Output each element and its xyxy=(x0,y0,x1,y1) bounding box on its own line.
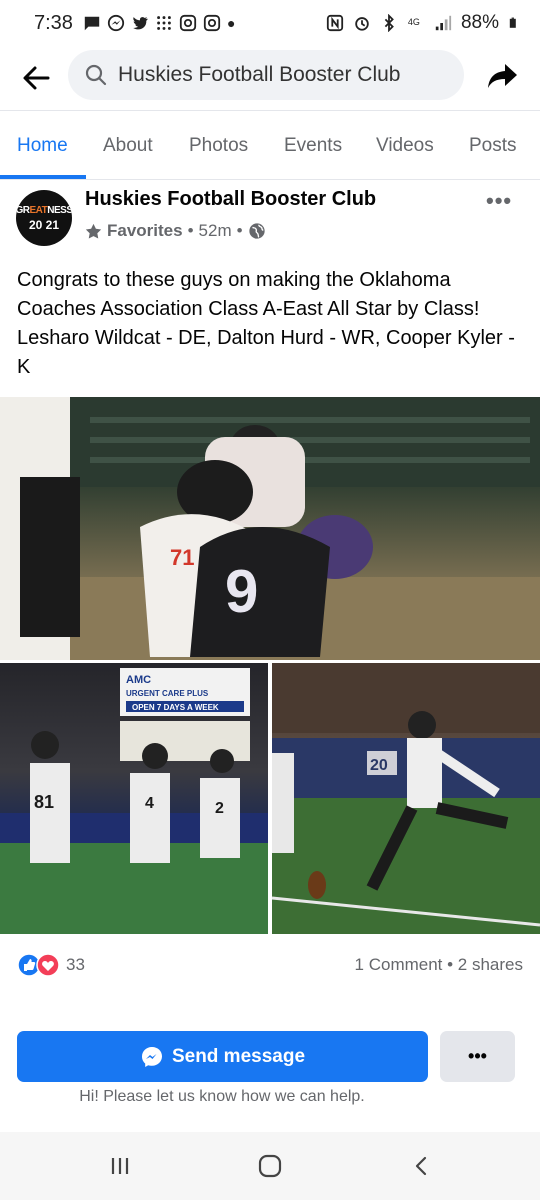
dotted-grid-icon xyxy=(157,16,171,30)
jersey-number-81: 81 xyxy=(34,792,54,812)
nfc-icon xyxy=(326,14,344,32)
notification-icons: ● xyxy=(83,14,235,32)
photo-main-illustration: 71 9 xyxy=(0,397,540,660)
post-time[interactable]: 52m xyxy=(199,221,232,241)
chevron-left-icon xyxy=(415,1156,427,1176)
post-page-name[interactable]: Huskies Football Booster Club xyxy=(85,188,376,211)
search-bar[interactable]: Huskies Football Booster Club xyxy=(68,50,464,100)
post-body-text: Congrats to these guys on making the Okl… xyxy=(17,269,515,378)
reactions-count[interactable]: 33 xyxy=(66,955,85,975)
photo-right-illustration: 20 xyxy=(272,663,540,934)
active-tab-indicator xyxy=(0,175,86,179)
send-message-button[interactable]: Send message xyxy=(17,1031,428,1082)
messenger-icon xyxy=(107,14,125,32)
home-icon xyxy=(258,1154,282,1178)
back-arrow-icon xyxy=(23,66,50,90)
tab-about[interactable]: About xyxy=(103,135,153,157)
back-button[interactable] xyxy=(8,50,64,106)
jersey-number-9: 9 xyxy=(225,558,258,625)
star-icon xyxy=(85,223,102,239)
more-notifications-dot: ● xyxy=(226,15,236,31)
post-meta: Favorites • 52m • xyxy=(85,221,266,241)
favorites-label: Favorites xyxy=(107,221,183,240)
system-icons: 4G 88% xyxy=(326,12,520,34)
home-button[interactable] xyxy=(250,1150,290,1182)
meta-separator: • xyxy=(236,221,243,240)
wifi-calling-icon: 4G xyxy=(408,17,420,27)
jersey-number-71: 71 xyxy=(170,545,194,570)
post-photo-left[interactable]: AMC URGENT CARE PLUS OPEN 7 DAYS A WEEK … xyxy=(0,663,268,934)
more-options-button[interactable]: ••• xyxy=(440,1031,515,1082)
page-avatar[interactable]: GREATNESS 20 21 xyxy=(16,190,72,246)
svg-text:4G: 4G xyxy=(408,17,420,27)
tab-videos[interactable]: Videos xyxy=(376,135,434,157)
post-photo-right[interactable]: 20 xyxy=(272,663,540,934)
comments-shares-count[interactable]: 1 Comment • 2 shares xyxy=(355,955,523,975)
page-tabs: Home About Photos Events Videos Posts xyxy=(0,110,540,180)
jersey-number-4: 4 xyxy=(145,795,154,812)
search-query: Huskies Football Booster Club xyxy=(118,63,401,86)
jersey-number-2: 2 xyxy=(215,800,224,817)
send-message-label: Send message xyxy=(171,1045,306,1067)
back-nav-button[interactable] xyxy=(402,1150,442,1182)
post-header: GREATNESS 20 21 Huskies Football Booster… xyxy=(0,180,540,256)
tab-posts[interactable]: Posts xyxy=(469,135,517,157)
battery-percent: 88% xyxy=(460,12,499,33)
post-options-button[interactable]: ••• xyxy=(486,188,512,214)
meta-separator: • xyxy=(187,221,194,240)
tab-photos[interactable]: Photos xyxy=(189,135,248,157)
globe-icon xyxy=(248,223,265,239)
messenger-icon xyxy=(141,1046,162,1067)
tab-events[interactable]: Events xyxy=(284,135,342,157)
avatar-year: 20 21 xyxy=(28,217,60,232)
message-icon xyxy=(84,16,100,31)
photo-left-illustration: AMC URGENT CARE PLUS OPEN 7 DAYS A WEEK … xyxy=(0,668,268,934)
post-photo-main[interactable]: 71 9 xyxy=(0,397,540,660)
sign-open-days: OPEN 7 DAYS A WEEK xyxy=(132,703,219,712)
recent-apps-button[interactable] xyxy=(100,1150,140,1182)
recent-apps-icon xyxy=(111,1158,129,1174)
sign-urgent-care: URGENT CARE PLUS xyxy=(126,689,209,698)
love-reaction-icon xyxy=(36,953,60,977)
twitter-icon xyxy=(133,17,148,30)
search-icon xyxy=(85,64,107,86)
field-sign-20: 20 xyxy=(370,757,388,774)
tab-home[interactable]: Home xyxy=(17,135,68,157)
status-time: 7:38 xyxy=(34,11,73,34)
battery-icon xyxy=(509,17,516,28)
alarm-icon xyxy=(355,17,369,31)
share-button[interactable] xyxy=(474,48,530,104)
instagram-icon xyxy=(203,14,221,32)
avatar-logo-text: GREATNESS xyxy=(16,204,72,216)
status-bar: 7:38 ● 4G 88% xyxy=(0,0,540,46)
bluetooth-icon xyxy=(384,14,394,32)
message-help-text: Hi! Please let us know how we can help. xyxy=(79,1088,365,1105)
share-arrow-icon xyxy=(488,64,517,88)
signal-icon xyxy=(435,15,452,31)
system-nav-bar xyxy=(0,1132,540,1200)
top-bar: Huskies Football Booster Club xyxy=(0,46,540,110)
instagram-icon xyxy=(179,14,197,32)
reactions-bar: 33 1 Comment • 2 shares xyxy=(17,952,523,978)
sign-amc: AMC xyxy=(126,674,151,686)
